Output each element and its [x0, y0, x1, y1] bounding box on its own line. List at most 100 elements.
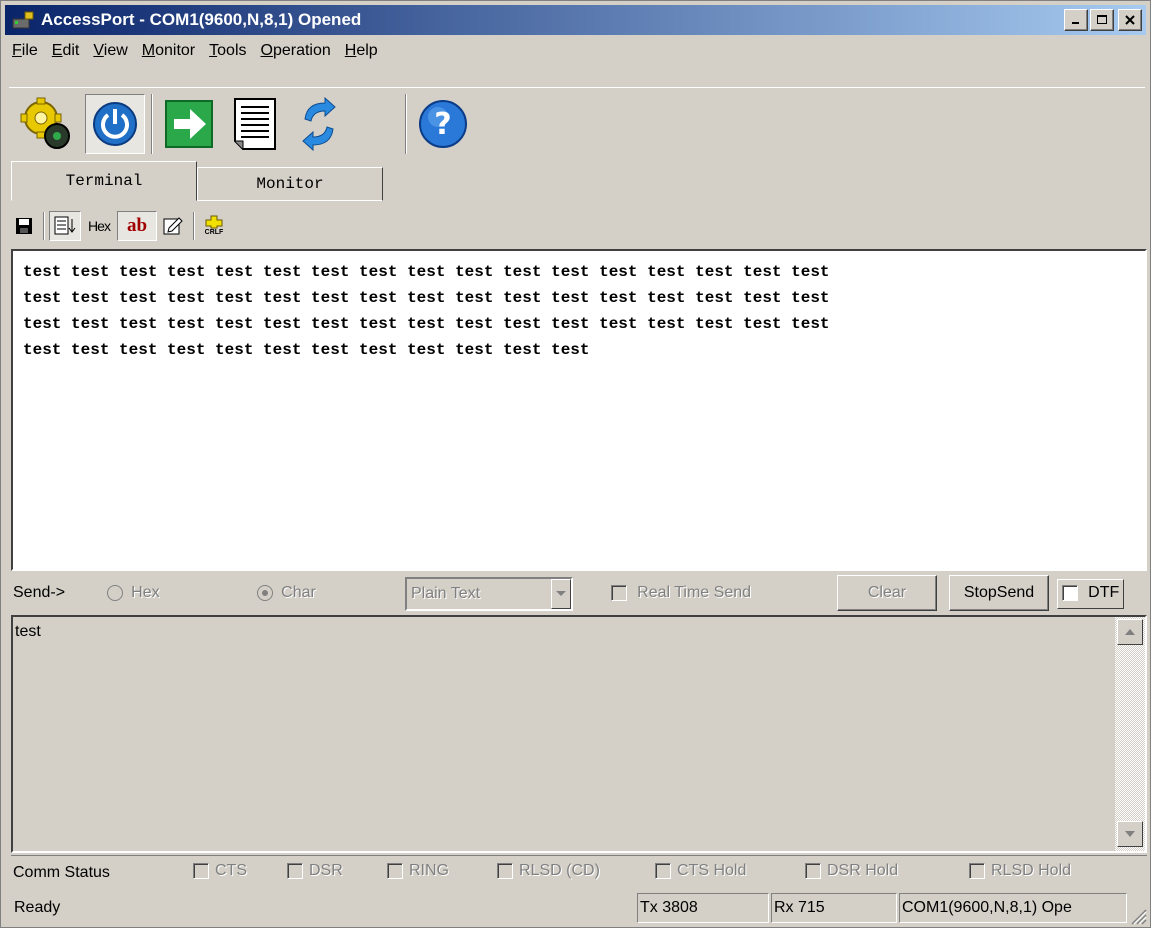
checkbox [497, 862, 513, 879]
crlf-label: CRLF [204, 229, 224, 236]
resize-grip-icon[interactable] [1127, 905, 1147, 925]
gears-icon [20, 97, 70, 149]
terminal-line: test test test test test test test test … [23, 341, 590, 359]
log-button[interactable] [225, 94, 285, 154]
rlsd-label: RLSD (CD) [519, 862, 600, 879]
document-icon [234, 98, 276, 150]
main-toolbar: ? [9, 87, 1145, 159]
window-title: AccessPort - COM1(9600,N,8,1) Opened [41, 10, 362, 29]
port-status: COM1(9600,N,8,1) Ope [899, 893, 1127, 923]
ring-label: RING [409, 862, 449, 879]
menu-view[interactable]: View [86, 42, 134, 60]
dtf-checkbox[interactable]: DTF [1057, 579, 1125, 609]
menu-monitor[interactable]: Monitor [135, 42, 202, 60]
svg-text:?: ? [434, 107, 451, 142]
title-bar[interactable]: AccessPort - COM1(9600,N,8,1) Opened [5, 5, 1146, 35]
menu-help[interactable]: Help [338, 42, 385, 60]
send-label: Send-> [13, 584, 66, 601]
ring-checkbox: RING [387, 862, 449, 880]
menu-operation[interactable]: Operation [254, 42, 338, 60]
chevron-down-icon[interactable] [551, 579, 571, 609]
menu-tools[interactable]: Tools [202, 42, 253, 60]
hex-radio-label: Hex [131, 584, 160, 601]
settings-button[interactable] [17, 94, 77, 154]
edit-button[interactable] [159, 211, 187, 241]
checkbox [193, 862, 209, 879]
status-text: Ready [14, 899, 61, 916]
vertical-scrollbar[interactable] [1115, 617, 1145, 851]
menu-label: elp [356, 42, 378, 59]
clear-button[interactable]: Clear [837, 575, 937, 611]
send-mode-select[interactable]: Plain Text [405, 577, 573, 611]
minimize-button[interactable] [1064, 9, 1088, 31]
char-radio[interactable]: Char [257, 584, 316, 602]
send-file-button[interactable] [159, 94, 219, 154]
terminal-line: test test test test test test test test … [23, 315, 830, 333]
dsr-hold-checkbox: DSR Hold [805, 862, 898, 880]
terminal-line: test test test test test test test test … [23, 289, 830, 307]
menu-label: ools [217, 42, 247, 59]
maximize-icon [1097, 15, 1107, 24]
terminal-toolbar: Hex ab CRLF [11, 209, 231, 243]
menu-accel: E [51, 42, 63, 59]
char-radio-label: Char [281, 584, 316, 601]
hex-radio[interactable]: Hex [107, 584, 160, 602]
dsr-label: DSR [309, 862, 343, 879]
radio-button [107, 585, 123, 602]
terminal-line: test test test test test test test test … [23, 263, 830, 281]
auto-scroll-button[interactable] [49, 211, 81, 241]
comm-status-bar: Comm Status CTS DSR RING RLSD (CD) CTS H… [11, 855, 1147, 889]
terminal-output[interactable]: test test test test test test test test … [11, 249, 1147, 571]
menu-accel: O [260, 42, 273, 59]
plug-icon [11, 9, 37, 31]
checkbox [969, 862, 985, 879]
menu-label: ile [21, 42, 38, 59]
cts-label: CTS [215, 862, 247, 879]
help-button[interactable]: ? [413, 94, 473, 154]
crlf-button[interactable]: CRLF [199, 211, 229, 241]
real-time-send-label: Real Time Send [637, 584, 752, 601]
scroll-down-button[interactable] [1117, 821, 1143, 847]
toolbar-separator [151, 94, 153, 154]
scroll-down-icon [54, 216, 76, 235]
real-time-send-checkbox[interactable]: Real Time Send [611, 584, 751, 602]
tab-monitor[interactable]: Monitor [197, 167, 383, 201]
add-icon [205, 215, 223, 229]
cts-hold-checkbox: CTS Hold [655, 862, 746, 880]
radio-button [257, 585, 273, 602]
menu-label: peration [272, 42, 331, 59]
send-bar: Send-> Hex Char Plain Text Real Time Sen… [11, 573, 1147, 615]
maximize-button[interactable] [1090, 9, 1114, 31]
toolbar-separator [43, 212, 45, 240]
char-display-button[interactable]: ab [117, 211, 157, 241]
stop-send-button[interactable]: StopSend [949, 575, 1049, 611]
dsr-checkbox: DSR [287, 862, 343, 880]
menu-label: dit [62, 42, 80, 59]
checkbox [805, 862, 821, 879]
menu-file[interactable]: File [5, 42, 45, 60]
arrow-down-icon [1125, 831, 1135, 837]
tab-terminal[interactable]: Terminal [11, 161, 197, 201]
cts-hold-label: CTS Hold [677, 862, 747, 879]
arrow-right-icon [165, 100, 213, 148]
close-icon [1125, 15, 1135, 25]
close-button[interactable] [1118, 9, 1142, 31]
cts-checkbox: CTS [193, 862, 247, 880]
scroll-up-button[interactable] [1117, 619, 1143, 645]
reset-button[interactable] [289, 94, 349, 154]
arrow-up-icon [1125, 629, 1135, 635]
edit-icon [163, 217, 183, 235]
hex-display-button[interactable]: Hex [83, 211, 115, 241]
open-port-button[interactable] [85, 94, 145, 154]
comm-status-label: Comm Status [13, 864, 110, 881]
rlsd-hold-label: RLSD Hold [991, 862, 1072, 879]
rlsd-hold-checkbox: RLSD Hold [969, 862, 1071, 880]
tx-counter: Tx 3808 [637, 893, 769, 923]
save-button[interactable] [11, 211, 37, 241]
rx-counter: Rx 715 [771, 893, 897, 923]
checkbox [287, 862, 303, 879]
dsr-hold-label: DSR Hold [827, 862, 899, 879]
send-textarea[interactable]: test [11, 615, 1147, 853]
menu-accel: H [344, 42, 357, 59]
menu-edit[interactable]: Edit [45, 42, 87, 60]
